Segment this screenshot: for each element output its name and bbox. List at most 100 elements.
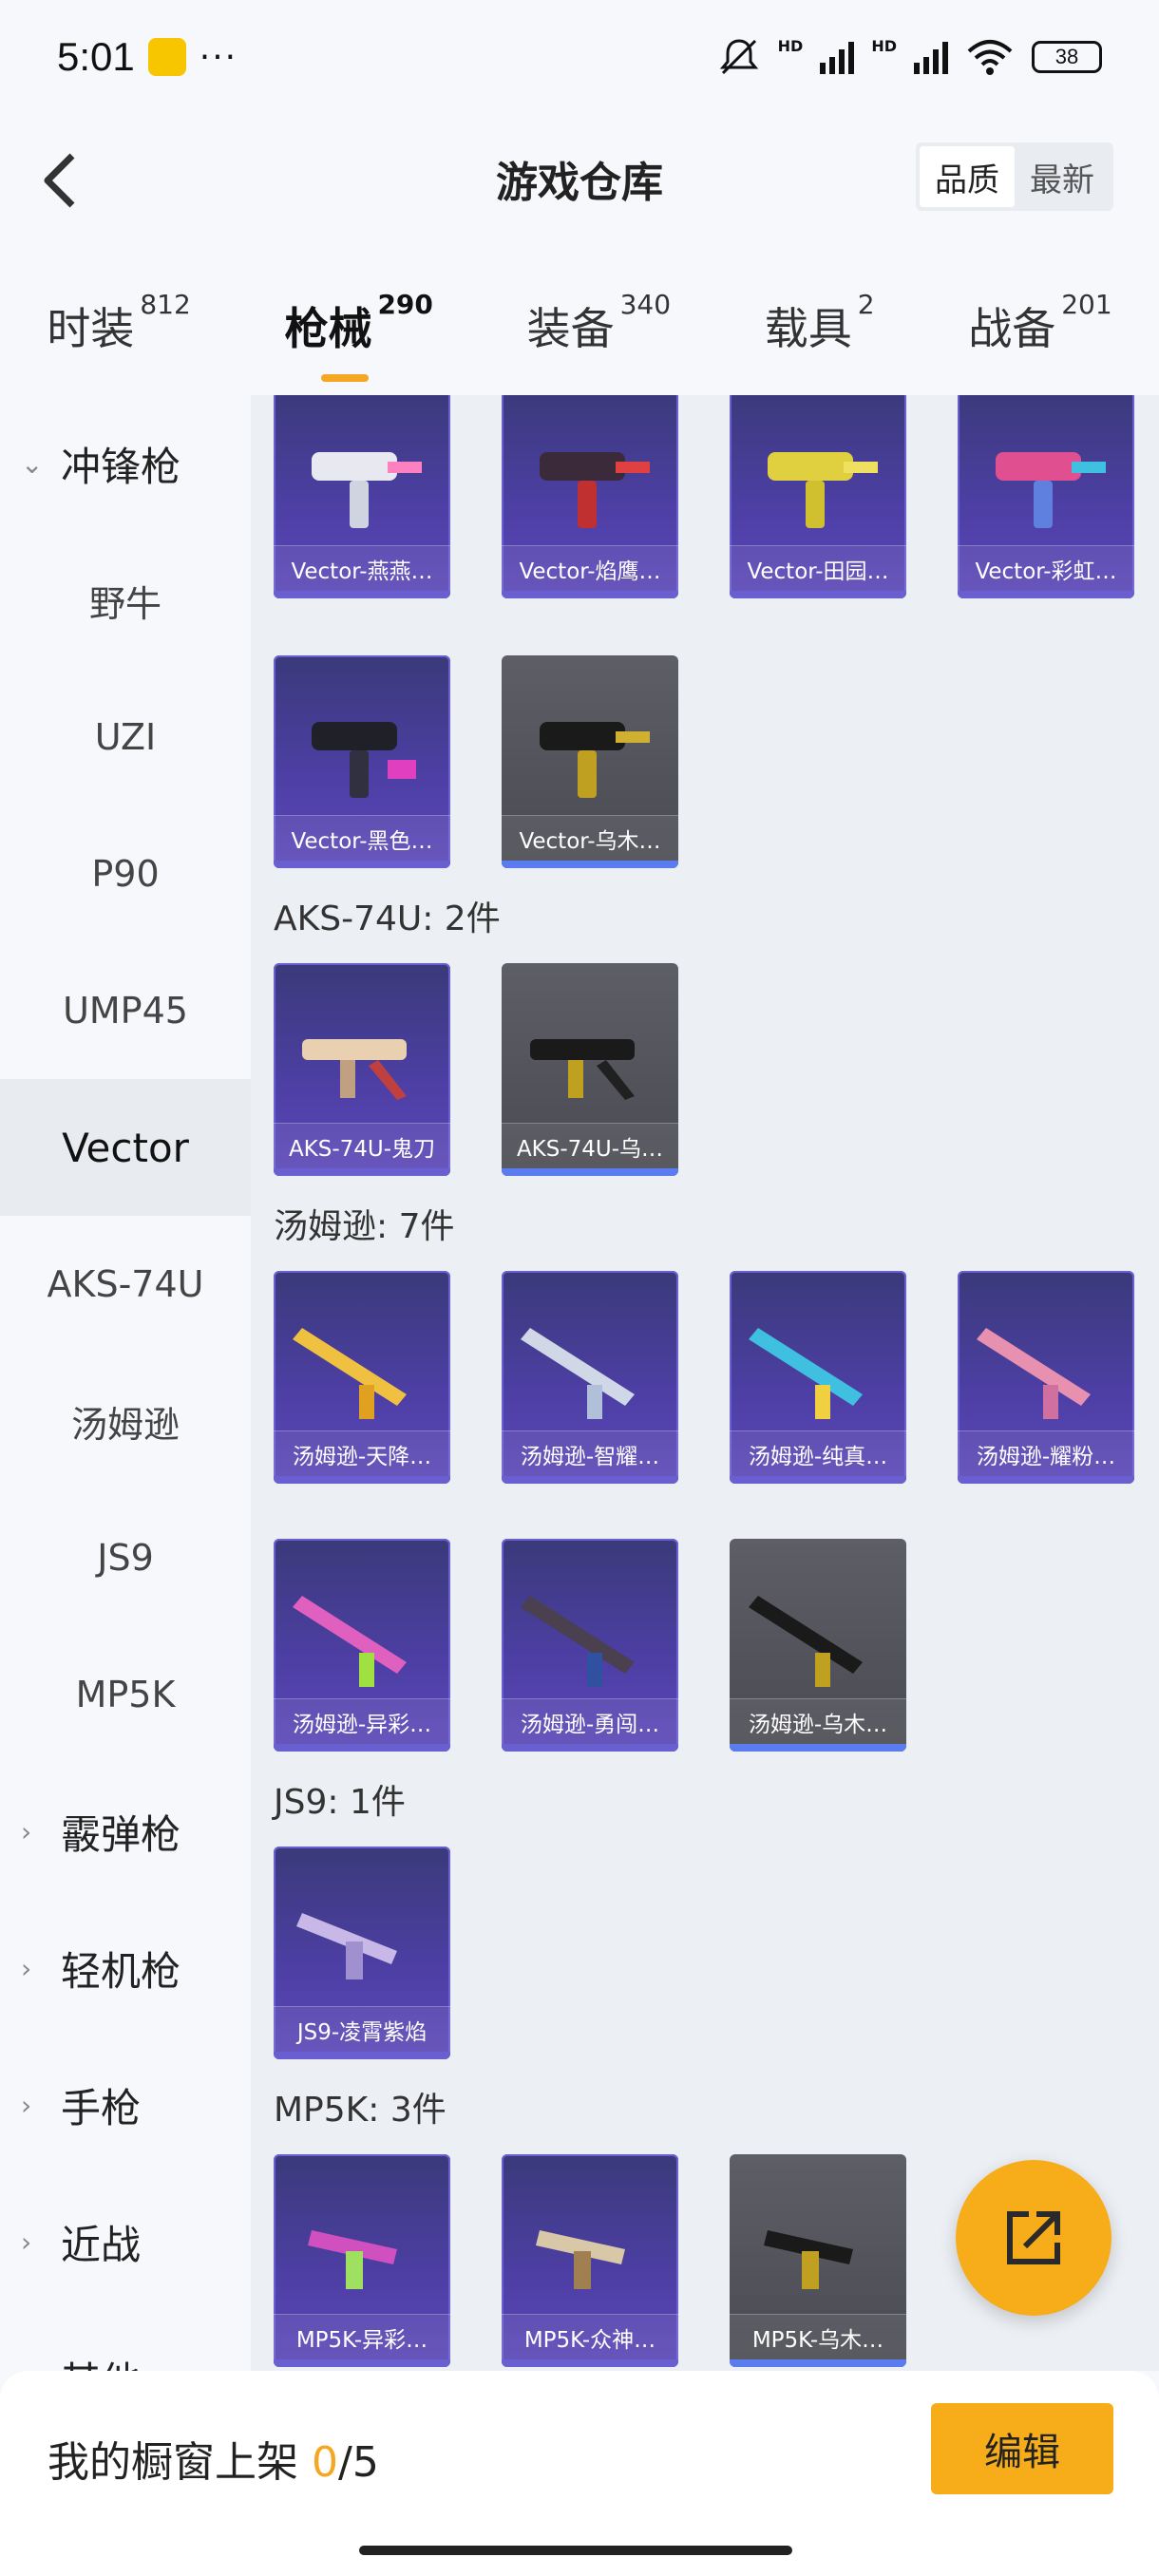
- skin-card-js9[interactable]: JS9-凌霄紫焰: [274, 1847, 450, 2059]
- skin-card-vector[interactable]: Vector-彩虹…: [958, 395, 1134, 598]
- tab-label: 枪械: [284, 303, 372, 354]
- sidebar-item-thompson[interactable]: 汤姆逊: [0, 1353, 251, 1489]
- skin-name: 汤姆逊-纯真…: [730, 1430, 906, 1476]
- skin-card-thompson[interactable]: 汤姆逊-纯真…: [730, 1271, 906, 1484]
- tab-guns[interactable]: 枪械 290: [284, 266, 433, 382]
- battery-level: 38: [1054, 45, 1079, 68]
- gun-skin-image: [312, 722, 416, 798]
- skin-card-thompson[interactable]: 汤姆逊-异彩…: [274, 1539, 450, 1752]
- skin-card-thompson[interactable]: 汤姆逊-天降…: [274, 1271, 450, 1484]
- category-tabs: 时装 812 枪械 290 装备 340 载具 2 战备 201: [0, 266, 1159, 389]
- sidebar-item-bizon[interactable]: 野牛: [0, 532, 251, 669]
- section-heading-mp5k: MP5K: 3件: [274, 2091, 446, 2130]
- skin-name: JS9-凌霄紫焰: [274, 2006, 450, 2052]
- skin-card-thompson[interactable]: 汤姆逊-乌木…: [730, 1539, 906, 1752]
- sort-newest-button[interactable]: 最新: [1015, 146, 1110, 207]
- tab-active-indicator: [320, 374, 369, 382]
- rarity-bar: [958, 1476, 1134, 1484]
- sidebar-item-p90[interactable]: P90: [0, 805, 251, 942]
- sidebar-item-vector[interactable]: Vector: [0, 1079, 251, 1216]
- skin-name: Vector-乌木…: [502, 815, 678, 861]
- skin-card-mp5k[interactable]: MP5K-乌木…: [730, 2154, 906, 2367]
- section-heading-thompson: 汤姆逊: 7件: [274, 1207, 455, 1246]
- skin-card-vector[interactable]: Vector-黑色…: [274, 655, 450, 868]
- skin-card-thompson[interactable]: 汤姆逊-耀粉…: [958, 1271, 1134, 1484]
- sidebar-group-pistol[interactable]: › 手枪: [0, 2036, 251, 2173]
- skin-name: Vector-焰鹰…: [502, 545, 678, 591]
- status-icons: HD HD 38: [717, 37, 1102, 77]
- gun-skin-image: [749, 1596, 863, 1687]
- rarity-bar: [502, 591, 678, 598]
- tab-equipment[interactable]: 装备 340: [527, 266, 671, 357]
- tab-count: 201: [1061, 289, 1112, 320]
- home-indicator[interactable]: [359, 2546, 792, 2555]
- skin-card-vector[interactable]: Vector-田园…: [730, 395, 906, 598]
- sort-quality-button[interactable]: 品质: [920, 146, 1015, 207]
- tab-label: 载具: [764, 303, 852, 354]
- skin-card-thompson[interactable]: 汤姆逊-智耀…: [502, 1271, 678, 1484]
- section-heading-js9: JS9: 1件: [274, 1783, 406, 1822]
- sidebar-item-js9[interactable]: JS9: [0, 1489, 251, 1626]
- tab-vehicles[interactable]: 载具 2: [765, 266, 875, 357]
- rarity-bar: [274, 1168, 450, 1176]
- tab-count: 340: [619, 289, 672, 320]
- gun-skin-image: [312, 452, 422, 528]
- skin-card-mp5k[interactable]: MP5K-异彩…: [274, 2154, 450, 2367]
- sidebar-item-label: 其他: [61, 2350, 141, 2372]
- tab-count: 2: [857, 289, 875, 320]
- sidebar-group-smg[interactable]: ⌄ 冲锋枪: [0, 395, 251, 532]
- rarity-bar: [274, 591, 450, 598]
- skin-card-vector[interactable]: Vector-焰鹰…: [502, 395, 678, 598]
- gun-skin-image: [296, 1913, 397, 1979]
- skin-card-aks74u[interactable]: AKS-74U-鬼刀: [274, 963, 450, 1176]
- rarity-bar: [730, 1476, 906, 1484]
- gun-skin-image: [521, 1328, 635, 1419]
- network-type-1: HD: [777, 37, 804, 55]
- mute-icon: [719, 39, 758, 75]
- status-time: 5:01: [57, 34, 135, 79]
- rarity-bar: [502, 861, 678, 868]
- sidebar-item-uzi[interactable]: UZI: [0, 669, 251, 805]
- tab-battle-prep[interactable]: 战备 201: [968, 266, 1112, 357]
- showcase-label: 我的橱窗上架: [48, 2438, 312, 2487]
- sidebar-item-label: 手枪: [61, 2084, 142, 2131]
- edit-button[interactable]: 编辑: [931, 2403, 1113, 2494]
- gun-skin-image: [302, 1039, 407, 1100]
- gun-skin-image: [749, 1328, 863, 1419]
- tab-fashion[interactable]: 时装 812: [47, 266, 190, 357]
- sidebar-item-aks74u[interactable]: AKS-74U: [0, 1216, 251, 1353]
- sidebar-group-other[interactable]: › 其他: [0, 2310, 251, 2372]
- rarity-bar: [274, 2052, 450, 2059]
- gun-skin-image: [764, 2230, 853, 2289]
- showcase-count: 我的橱窗上架 0/5: [48, 2428, 379, 2489]
- skin-card-vector[interactable]: Vector-燕燕…: [274, 395, 450, 598]
- gun-skin-image: [521, 1596, 635, 1687]
- skin-name: 汤姆逊-耀粉…: [958, 1430, 1134, 1476]
- weapon-type-sidebar: ⌄ 冲锋枪 野牛 UZI P90 UMP45 Vector AKS-74U 汤姆逊…: [0, 395, 251, 2371]
- skin-name: Vector-燕燕…: [274, 545, 450, 591]
- skin-name: 汤姆逊-勇闯…: [502, 1698, 678, 1744]
- skin-grid: Vector-燕燕… Vector-焰鹰… Vector-田园… Vector-…: [251, 395, 1159, 2371]
- skin-name: MP5K-乌木…: [730, 2314, 906, 2359]
- skin-name: 汤姆逊-异彩…: [274, 1698, 450, 1744]
- rarity-bar: [958, 591, 1134, 598]
- skin-card-aks74u[interactable]: AKS-74U-乌…: [502, 963, 678, 1176]
- gun-skin-image: [308, 2230, 397, 2289]
- skin-card-mp5k[interactable]: MP5K-众神…: [502, 2154, 678, 2367]
- sidebar-group-melee[interactable]: › 近战: [0, 2173, 251, 2310]
- chevron-right-icon: ›: [21, 1815, 32, 1847]
- skin-card-vector[interactable]: Vector-乌木…: [502, 655, 678, 868]
- sidebar-group-lmg[interactable]: › 轻机枪: [0, 1900, 251, 2036]
- skin-card-thompson[interactable]: 汤姆逊-勇闯…: [502, 1539, 678, 1752]
- gun-skin-image: [768, 452, 878, 528]
- rarity-bar: [730, 1744, 906, 1752]
- sidebar-item-ump45[interactable]: UMP45: [0, 942, 251, 1079]
- sidebar-item-label: 近战: [61, 2221, 142, 2268]
- sidebar-item-mp5k[interactable]: MP5K: [0, 1626, 251, 1763]
- share-button[interactable]: [956, 2160, 1112, 2316]
- gun-skin-image: [293, 1328, 407, 1419]
- header: 游戏仓库 品质 最新: [0, 123, 1159, 237]
- sidebar-group-shotgun[interactable]: › 霰弹枪: [0, 1763, 251, 1900]
- rarity-bar: [502, 2359, 678, 2367]
- rarity-bar: [274, 861, 450, 868]
